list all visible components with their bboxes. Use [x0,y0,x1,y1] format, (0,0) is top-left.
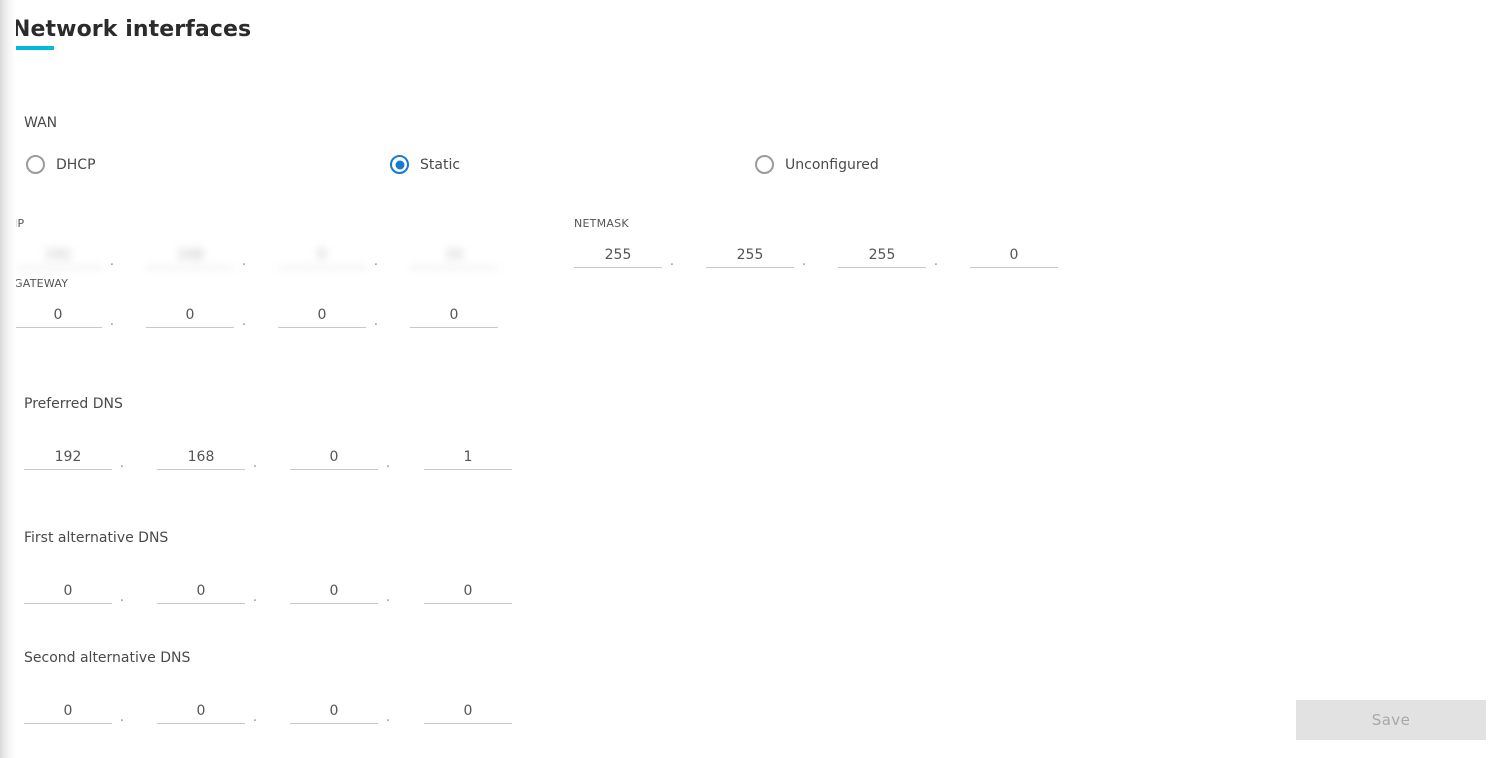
gateway-octet-2-input[interactable] [146,302,234,328]
octet-separator-dot: . [109,254,114,269]
radio-label-static: Static [420,156,461,173]
first-alt-dns-octet-3[interactable]: . [290,578,390,606]
first-alt-dns-octet-1-input[interactable] [24,578,112,604]
octet-separator-dot: . [373,314,378,329]
netmask-octet-4-input[interactable] [970,242,1058,268]
octet-separator-dot: . [119,456,124,471]
gateway-octet-3[interactable]: . [278,302,378,330]
first-alt-dns-octet-4-input[interactable] [424,578,512,604]
first-alt-dns-label: First alternative DNS [24,530,169,546]
netmask-octet-1-input[interactable] [574,242,662,268]
radio-label-unconfigured: Unconfigured [785,156,879,173]
page-title: Network interfaces [12,17,252,42]
second-alt-dns-octet-2-input[interactable] [157,698,245,724]
radio-icon-dhcp[interactable] [26,155,45,174]
octet-separator-dot: . [385,456,390,471]
gateway-octet-4-input[interactable] [410,302,498,328]
octet-separator-dot: . [373,254,378,269]
gateway-octet-2[interactable]: . [146,302,246,330]
gateway-octet-1-input[interactable] [14,302,102,328]
octet-separator-dot: . [252,590,257,605]
preferred-dns-octet-2[interactable]: . [157,444,257,472]
network-interfaces-page: Network interfaces WAN DHCP Static Uncon… [0,0,1512,758]
radio-icon-static[interactable] [390,155,409,174]
preferred-dns-octet-3-input[interactable] [290,444,378,470]
gateway-octet-4[interactable] [410,302,498,330]
ip-octet-3[interactable]: . [278,242,378,270]
ip-octet-1-input[interactable] [14,242,102,268]
radio-option-static[interactable]: Static [390,155,460,174]
netmask-octet-2[interactable]: . [706,242,806,270]
octet-separator-dot: . [933,254,938,269]
octet-separator-dot: . [669,254,674,269]
octet-separator-dot: . [385,710,390,725]
netmask-octet-3[interactable]: . [838,242,938,270]
octet-separator-dot: . [119,710,124,725]
gateway-octet-1[interactable]: . [14,302,114,330]
gateway-octet-3-input[interactable] [278,302,366,328]
first-alt-dns-octet-2-input[interactable] [157,578,245,604]
octet-separator-dot: . [109,314,114,329]
netmask-octet-3-input[interactable] [838,242,926,268]
ip-octet-4-input[interactable] [410,242,498,268]
radio-label-dhcp: DHCP [56,156,96,173]
second-alt-dns-octet-1[interactable]: . [24,698,124,726]
save-button[interactable]: Save [1296,700,1486,740]
preferred-dns-octet-3[interactable]: . [290,444,390,472]
wan-section-label: WAN [24,115,58,131]
second-alt-dns-octet-4-input[interactable] [424,698,512,724]
gateway-field-label: GATEWAY [14,277,69,290]
octet-separator-dot: . [241,314,246,329]
octet-separator-dot: . [241,254,246,269]
preferred-dns-octet-4[interactable] [424,444,512,472]
ip-octet-3-input[interactable] [278,242,366,268]
octet-separator-dot: . [252,710,257,725]
netmask-octet-2-input[interactable] [706,242,794,268]
octet-separator-dot: . [252,456,257,471]
first-alt-dns-octet-2[interactable]: . [157,578,257,606]
preferred-dns-octet-1-input[interactable] [24,444,112,470]
second-alt-dns-octet-3[interactable]: . [290,698,390,726]
ip-octet-2-input[interactable] [146,242,234,268]
first-alt-dns-octet-1[interactable]: . [24,578,124,606]
octet-separator-dot: . [385,590,390,605]
preferred-dns-octet-1[interactable]: . [24,444,124,472]
title-accent-bar [12,46,54,50]
preferred-dns-octet-2-input[interactable] [157,444,245,470]
preferred-dns-label: Preferred DNS [24,396,123,412]
ip-octet-1[interactable]: . [14,242,114,270]
ip-field-label: IP [14,217,25,230]
preferred-dns-octet-4-input[interactable] [424,444,512,470]
radio-option-unconfigured[interactable]: Unconfigured [755,155,879,174]
first-alt-dns-octet-3-input[interactable] [290,578,378,604]
octet-separator-dot: . [801,254,806,269]
second-alt-dns-octet-1-input[interactable] [24,698,112,724]
netmask-field-label: NETMASK [574,217,629,230]
second-alt-dns-label: Second alternative DNS [24,650,191,666]
ip-octet-2[interactable]: . [146,242,246,270]
netmask-octet-1[interactable]: . [574,242,674,270]
ip-octet-4[interactable] [410,242,498,270]
radio-icon-unconfigured[interactable] [755,155,774,174]
second-alt-dns-octet-3-input[interactable] [290,698,378,724]
second-alt-dns-octet-4[interactable] [424,698,512,726]
netmask-octet-4[interactable] [970,242,1058,270]
octet-separator-dot: . [119,590,124,605]
second-alt-dns-octet-2[interactable]: . [157,698,257,726]
first-alt-dns-octet-4[interactable] [424,578,512,606]
radio-option-dhcp[interactable]: DHCP [26,155,96,174]
